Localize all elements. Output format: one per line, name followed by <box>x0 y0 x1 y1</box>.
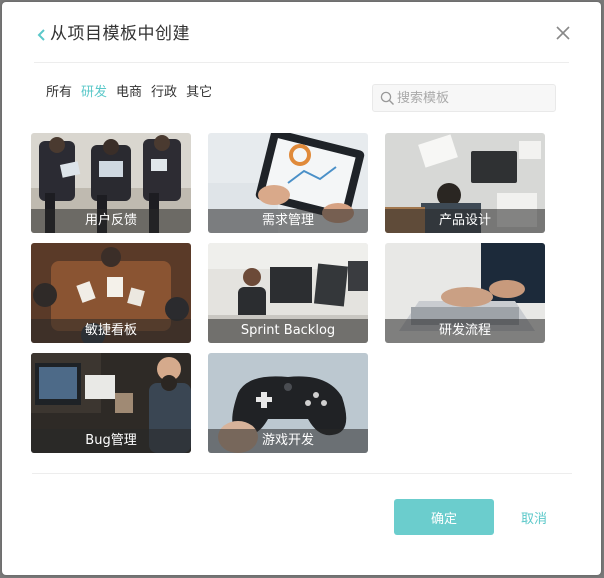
template-card-bug-management[interactable]: Bug管理 <box>31 353 191 453</box>
category-tabs: 所有 研发 电商 行政 其它 <box>46 84 212 102</box>
dialog-header: 从项目模板中创建 <box>34 16 571 63</box>
template-card-agile-board[interactable]: 敏捷看板 <box>31 243 191 343</box>
template-card-label: Sprint Backlog <box>208 319 368 343</box>
tab-rnd[interactable]: 研发 <box>81 84 107 102</box>
dialog-title: 从项目模板中创建 <box>50 24 190 44</box>
tab-ecommerce[interactable]: 电商 <box>116 84 142 102</box>
template-card-label: 用户反馈 <box>31 209 191 233</box>
template-card-game-dev[interactable]: 游戏开发 <box>208 353 368 453</box>
template-card-user-feedback[interactable]: 用户反馈 <box>31 133 191 233</box>
template-search <box>372 84 556 112</box>
template-card-product-design[interactable]: 产品设计 <box>385 133 545 233</box>
footer-divider <box>32 473 572 474</box>
confirm-button[interactable]: 确定 <box>394 499 494 535</box>
template-grid: 用户反馈 需求管理 产品设计 敏捷看板 Sprint Backlog 研发流程 … <box>31 133 545 453</box>
search-input[interactable] <box>397 88 547 108</box>
template-card-rnd-process[interactable]: 研发流程 <box>385 243 545 343</box>
template-card-label: 需求管理 <box>208 209 368 233</box>
close-icon[interactable] <box>555 25 571 41</box>
cancel-button[interactable]: 取消 <box>504 499 564 535</box>
template-card-label: 敏捷看板 <box>31 319 191 343</box>
tab-all[interactable]: 所有 <box>46 84 72 102</box>
chevron-left-icon[interactable] <box>36 28 48 42</box>
template-card-sprint-backlog[interactable]: Sprint Backlog <box>208 243 368 343</box>
template-card-label: Bug管理 <box>31 429 191 453</box>
tab-admin[interactable]: 行政 <box>151 84 177 102</box>
template-card-label: 产品设计 <box>385 209 545 233</box>
template-card-label: 研发流程 <box>385 319 545 343</box>
tab-other[interactable]: 其它 <box>186 84 212 102</box>
template-card-label: 游戏开发 <box>208 429 368 453</box>
search-icon <box>380 91 394 105</box>
template-card-requirements[interactable]: 需求管理 <box>208 133 368 233</box>
